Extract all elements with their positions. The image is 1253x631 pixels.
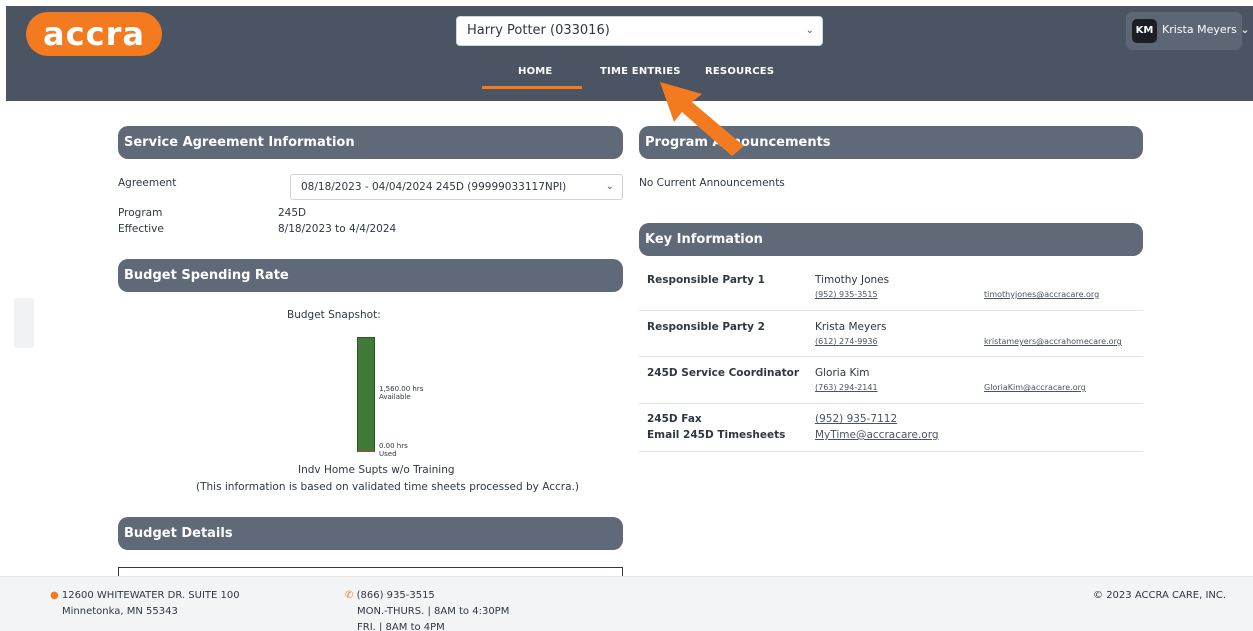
- key-row-email[interactable]: timothyjones@accracare.org: [984, 290, 1099, 299]
- tab-resources[interactable]: RESOURCES: [705, 66, 774, 77]
- key-row-phone[interactable]: (763) 294-2141: [815, 383, 878, 392]
- key-row-name: Timothy Jones: [815, 274, 890, 286]
- budget-available-bar: [357, 337, 375, 452]
- key-row-name: Gloria Kim: [815, 367, 870, 379]
- key-row: Responsible Party 1 Timothy Jones (952) …: [639, 264, 1143, 311]
- key-row-fax-email: 245D Fax Email 245D Timesheets (952) 935…: [639, 404, 1143, 452]
- user-name: Krista Meyers ⌄: [1162, 23, 1250, 36]
- key-row-email[interactable]: GloriaKim@accracare.org: [984, 383, 1086, 392]
- key-row-email[interactable]: kristameyers@accrahomecare.org: [984, 337, 1122, 346]
- footer-hours-line2: FRI. | 8AM to 4PM: [357, 622, 445, 631]
- page-footer: ● 12600 WHITEWATER DR. SUITE 100 Minneto…: [0, 576, 1253, 631]
- footer-address-line2: Minnetonka, MN 55343: [62, 606, 178, 617]
- available-hours: 1,560.00 hrs Available: [379, 385, 424, 401]
- tab-home[interactable]: HOME: [518, 66, 552, 77]
- agreement-label: Agreement: [118, 177, 177, 189]
- agreement-select-value: 08/18/2023 - 04/04/2024 245D (9999903311…: [301, 181, 567, 193]
- key-row-phone[interactable]: (612) 274-9936: [815, 337, 878, 346]
- active-tab-underline: [482, 86, 582, 89]
- user-menu[interactable]: KM Krista Meyers ⌄: [1126, 12, 1250, 50]
- tab-time-entries[interactable]: TIME ENTRIES: [600, 66, 681, 77]
- client-select-value: Harry Potter (033016): [467, 23, 610, 38]
- chevron-down-icon: ⌄: [605, 181, 614, 192]
- program-value: 245D: [278, 207, 307, 219]
- key-row-phone[interactable]: (952) 935-3515: [815, 290, 878, 299]
- footer-copyright: © 2023 ACCRA CARE, INC.: [1093, 590, 1227, 601]
- key-row: Responsible Party 2 Krista Meyers (612) …: [639, 311, 1143, 357]
- key-row-title: 245D Service Coordinator: [647, 367, 799, 379]
- fax-label: 245D Fax: [647, 413, 702, 425]
- budget-note: (This information is based on validated …: [196, 481, 579, 493]
- pointer-arrow-icon: [660, 82, 744, 156]
- chevron-down-icon: ⌄: [1240, 23, 1250, 36]
- footer-hours-line1: MON.-THURS. | 8AM to 4:30PM: [357, 606, 510, 617]
- side-drawer-handle[interactable]: [14, 298, 34, 348]
- service-agreement-header: Service Agreement Information: [118, 126, 623, 159]
- location-pin-icon: ●: [50, 590, 59, 601]
- agreement-select[interactable]: 08/18/2023 - 04/04/2024 245D (9999903311…: [290, 174, 623, 200]
- budget-snapshot-label: Budget Snapshot:: [287, 309, 381, 321]
- app-header: accra Harry Potter (033016) ⌄ KM Krista …: [6, 6, 1253, 101]
- fax-number-link[interactable]: (952) 935-7112: [815, 413, 897, 425]
- no-announcements: No Current Announcements: [639, 177, 785, 189]
- avatar: KM: [1132, 19, 1157, 43]
- key-row: 245D Service Coordinator Gloria Kim (763…: [639, 357, 1143, 404]
- email-timesheets-label: Email 245D Timesheets: [647, 429, 786, 441]
- copyright-icon: ©: [1093, 590, 1103, 601]
- key-row-title: Responsible Party 1: [647, 274, 765, 286]
- key-row-title: Responsible Party 2: [647, 321, 765, 333]
- footer-phone[interactable]: ✆ (866) 935-3515: [345, 590, 435, 601]
- client-select[interactable]: Harry Potter (033016) ⌄: [456, 16, 823, 46]
- budget-details-header: Budget Details: [118, 517, 623, 550]
- key-information-header: Key Information: [639, 223, 1143, 256]
- timesheet-email-link[interactable]: MyTime@accracare.org: [815, 429, 939, 441]
- chevron-down-icon: ⌄: [805, 25, 814, 36]
- phone-icon: ✆: [345, 590, 354, 601]
- budget-used-bar: [357, 451, 375, 452]
- used-hours: 0.00 hrs Used: [379, 442, 408, 458]
- effective-label: Effective: [118, 223, 164, 235]
- accra-logo[interactable]: accra: [26, 12, 162, 56]
- effective-value: 8/18/2023 to 4/4/2024: [278, 223, 397, 235]
- service-name: Indv Home Supts w/o Training: [298, 464, 455, 476]
- program-label: Program: [118, 207, 163, 219]
- budget-spending-header: Budget Spending Rate: [118, 259, 623, 292]
- key-row-name: Krista Meyers: [815, 321, 887, 333]
- footer-address-line1: ● 12600 WHITEWATER DR. SUITE 100: [50, 590, 240, 601]
